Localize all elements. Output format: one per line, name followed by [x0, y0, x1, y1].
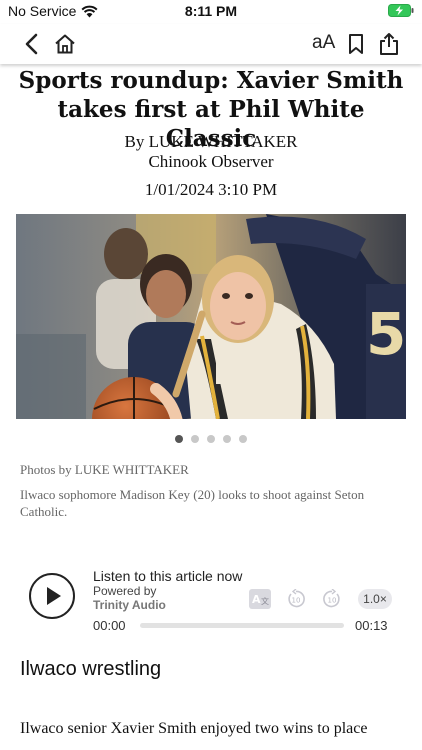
article-photo[interactable]: 5 [16, 214, 406, 419]
forward-10-icon[interactable]: 10 [322, 589, 342, 609]
article-source: Chinook Observer [148, 152, 274, 171]
carousel-dot[interactable] [207, 435, 215, 443]
home-icon[interactable] [53, 32, 77, 56]
trinity-audio-brand[interactable]: Trinity Audio [93, 598, 166, 612]
clock: 8:11 PM [184, 3, 238, 19]
powered-by-label: Powered by [93, 584, 157, 598]
carousel-dot[interactable] [223, 435, 231, 443]
svg-text:A: A [252, 593, 261, 606]
rewind-label: 10 [292, 597, 301, 605]
carousel-dot[interactable] [239, 435, 247, 443]
play-button[interactable] [29, 573, 75, 619]
svg-text:5: 5 [366, 300, 406, 368]
play-icon [47, 587, 61, 605]
section-heading: Ilwaco wrestling [20, 658, 162, 680]
carousel-dot[interactable] [191, 435, 199, 443]
text-size-button[interactable]: aA [312, 32, 335, 54]
article-byline: By LUKE WHITTAKER [124, 132, 298, 151]
photo-caption: Ilwaco sophomore Madison Key (20) looks … [20, 487, 365, 519]
audio-progress-track[interactable] [140, 623, 344, 628]
svg-text:文: 文 [261, 596, 269, 606]
top-toolbar: aA [0, 24, 422, 64]
share-icon[interactable] [377, 32, 401, 56]
photo-illustration: 5 [16, 214, 406, 419]
photo-credit: Photos by LUKE WHITTAKER [20, 462, 189, 477]
forward-label: 10 [328, 597, 337, 605]
translate-icon[interactable]: A 文 [249, 589, 271, 609]
bookmark-icon[interactable] [344, 32, 368, 56]
battery-charging-icon [388, 4, 414, 17]
current-time: 00:00 [93, 618, 126, 633]
carousel-dots[interactable] [0, 435, 422, 443]
playback-speed-button[interactable]: 1.0× [358, 589, 392, 609]
carousel-dot[interactable] [175, 435, 183, 443]
rewind-10-icon[interactable]: 10 [286, 589, 306, 609]
article-body-text: Ilwaco senior Xavier Smith enjoyed two w… [20, 720, 368, 737]
duration: 00:13 [355, 618, 388, 633]
back-chevron-icon[interactable] [20, 32, 44, 56]
status-bar: No Service 8:11 PM [0, 0, 422, 24]
audio-title: Listen to this article now [93, 568, 243, 584]
article-date: 1/01/2024 3:10 PM [144, 180, 278, 199]
